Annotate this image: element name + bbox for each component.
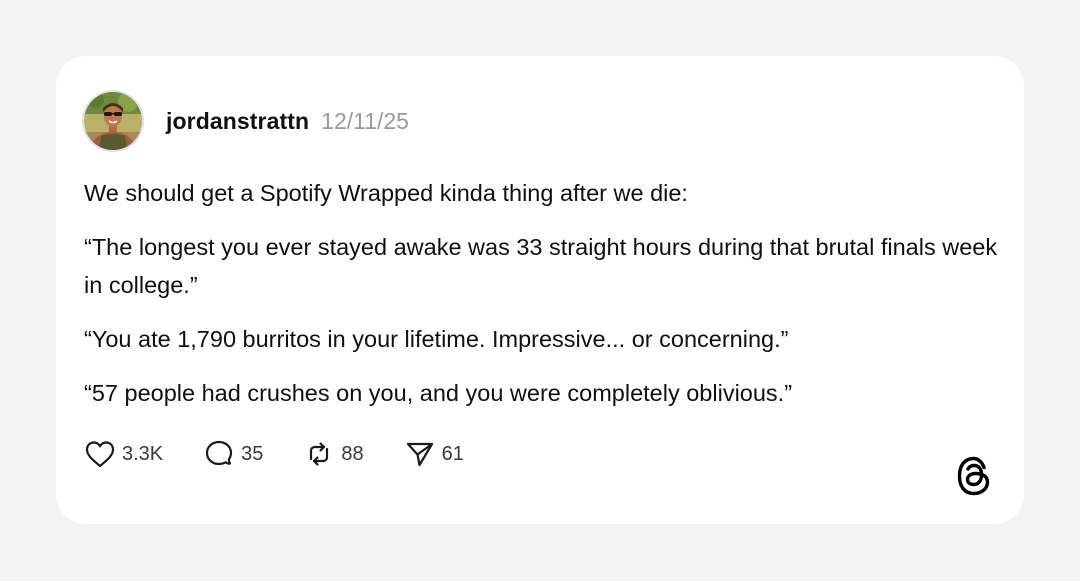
post-card: jordanstrattn 12/11/25 We should get a S… [56,56,1024,524]
post-header: jordanstrattn 12/11/25 [82,88,409,154]
avatar-photo [84,92,142,150]
post-paragraph: “You ate 1,790 burritos in your lifetime… [84,326,789,352]
post-paragraph: We should get a Spotify Wrapped kinda th… [84,180,688,206]
threads-logo [954,454,994,498]
post-body: We should get a Spotify Wrapped kinda th… [84,174,1004,428]
username[interactable]: jordanstrattn [166,108,309,135]
action-bar: 3.3K 35 88 61 [84,438,504,470]
reply-button[interactable]: 35 [203,439,263,469]
post-paragraph: “The longest you ever stayed awake was 3… [84,234,998,298]
speech-bubble-icon [206,440,233,466]
like-count: 3.3K [122,442,164,465]
share-button[interactable]: 61 [404,439,464,469]
send-icon [406,442,433,467]
reply-count: 35 [241,442,264,465]
post-paragraph: “57 people had crushes on you, and you w… [84,380,793,406]
repost-count: 88 [341,442,364,465]
like-button[interactable]: 3.3K [84,439,163,469]
share-count: 61 [441,442,464,465]
heart-icon [85,441,115,468]
repost-button[interactable]: 88 [303,439,364,469]
threads-logo-icon [957,456,990,496]
avatar[interactable] [82,90,144,152]
post-date: 12/11/25 [321,107,409,134]
repost-icon [310,442,329,466]
